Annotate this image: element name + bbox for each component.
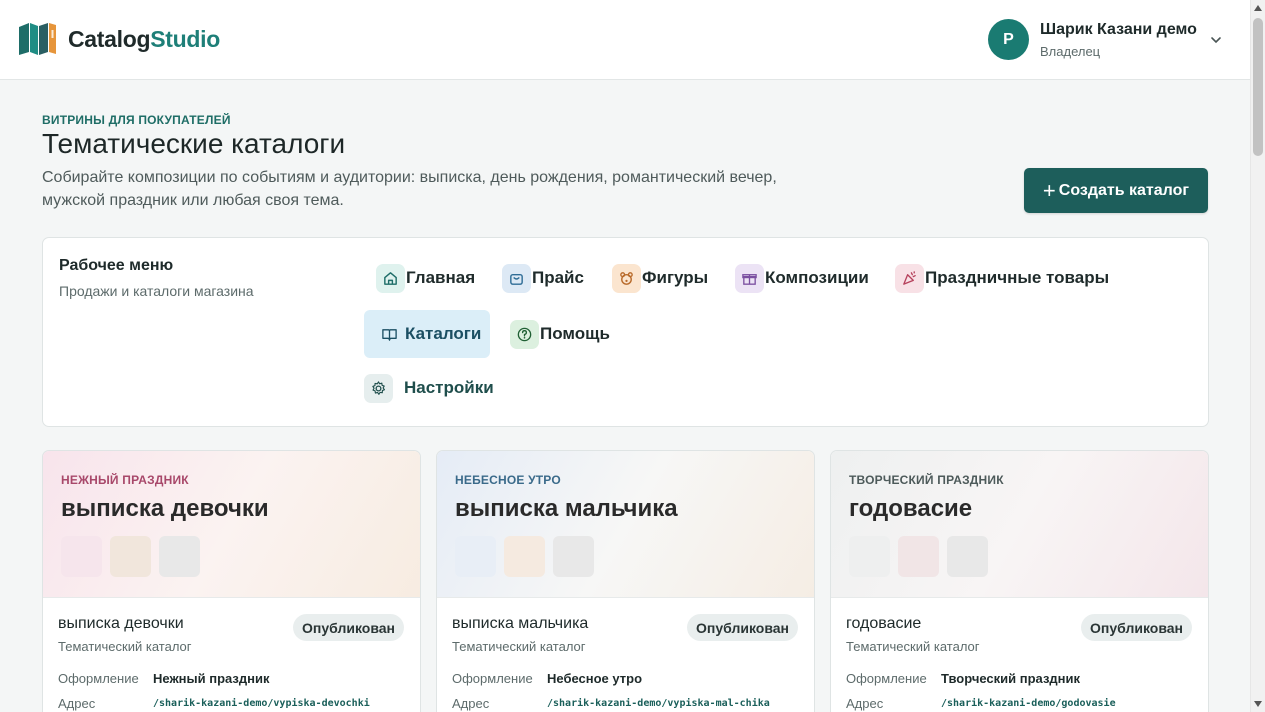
catalog-name: годовасие (846, 615, 922, 632)
page-description: Собирайте композиции по событиям и аудит… (42, 169, 777, 209)
design-label: Оформление (452, 671, 533, 686)
catalog-hero-title: выписка мальчика (455, 495, 678, 522)
nav-item-label: Настройки (404, 378, 494, 397)
gear-icon (364, 373, 393, 403)
party-popper-icon (895, 263, 924, 293)
catalog-card[interactable]: НЕБЕСНОЕ УТРО выписка мальчика выписка м… (436, 450, 815, 712)
catalog-type: Тематический каталог (58, 639, 192, 654)
nav-item-label: Композиции (765, 268, 869, 287)
scroll-up-arrow-icon[interactable] (1254, 5, 1262, 11)
nav-item-price[interactable]: Прайс (491, 254, 584, 302)
catalog-theme: НЕЖНЫЙ ПРАЗДНИК (61, 473, 189, 487)
nav-item-help[interactable]: Помощь (499, 310, 610, 358)
nav-item-label: Главная (406, 268, 476, 287)
catalog-card-hero: ТВОРЧЕСКИЙ ПРАЗДНИК годовасие (831, 451, 1208, 598)
scroll-down-arrow-icon[interactable] (1254, 701, 1262, 707)
user-menu[interactable]: Р Шарик Казани демо Владелец (988, 19, 1223, 60)
color-swatch (504, 536, 545, 577)
section-eyebrow: ВИТРИНЫ ДЛЯ ПОКУПАТЕЛЕЙ (42, 113, 231, 127)
nav-item-home[interactable]: Главная (365, 254, 475, 302)
status-badge: Опубликован (1081, 614, 1192, 641)
bear-icon (612, 263, 641, 293)
catalog-hero-title: выписка девочки (61, 495, 269, 522)
catalog-card[interactable]: ТВОРЧЕСКИЙ ПРАЗДНИК годовасие годовасие … (830, 450, 1209, 712)
nav-item-settings[interactable]: Настройки (353, 364, 494, 412)
book-icon (375, 320, 404, 349)
color-swatch (159, 536, 200, 577)
catalog-name: выписка девочки (58, 615, 184, 632)
catalog-theme: ТВОРЧЕСКИЙ ПРАЗДНИК (849, 473, 1004, 487)
address-value[interactable]: /sharik-kazani-demo/vypiska-devochki (153, 698, 370, 709)
menu-title: Рабочее меню (59, 257, 174, 274)
page-title: Тематические каталоги (42, 128, 346, 159)
work-menu-card: Рабочее меню Продажи и каталоги магазина… (42, 237, 1209, 427)
color-swatch (898, 536, 939, 577)
help-circle-icon (510, 319, 539, 349)
create-catalog-button[interactable]: + Создать каталог (1024, 168, 1208, 213)
address-label: Адрес (452, 696, 490, 711)
design-value: Творческий праздник (941, 671, 1081, 686)
nav-item-label: Каталоги (405, 324, 482, 343)
home-icon (376, 263, 405, 293)
color-swatches (61, 536, 208, 577)
status-badge: Опубликован (687, 614, 798, 641)
nav-item-label: Прайс (532, 268, 584, 287)
catalog-name: выписка мальчика (452, 615, 589, 632)
nav-item-figures[interactable]: Фигуры (601, 254, 708, 302)
scrollbar[interactable] (1250, 0, 1265, 712)
nav-item-label: Праздничные товары (925, 268, 1110, 287)
nav-item-holiday-goods[interactable]: Праздничные товары (884, 254, 1109, 302)
catalog-card-hero: НЕБЕСНОЕ УТРО выписка мальчика (437, 451, 814, 598)
color-swatch (947, 536, 988, 577)
color-swatch (849, 536, 890, 577)
nav-item-label: Помощь (540, 324, 610, 343)
avatar: Р (988, 19, 1029, 60)
color-swatch (110, 536, 151, 577)
catalog-logo-icon (19, 23, 56, 55)
gift-icon (735, 263, 764, 293)
address-label: Адрес (58, 696, 96, 711)
logo-text: CatalogStudio (68, 25, 220, 52)
color-swatch (455, 536, 496, 577)
design-label: Оформление (846, 671, 927, 686)
shopping-bag-icon (502, 263, 531, 293)
catalog-type: Тематический каталог (452, 639, 586, 654)
create-catalog-label: Создать каталог (1058, 181, 1190, 199)
scroll-thumb[interactable] (1253, 18, 1263, 156)
color-swatches (455, 536, 602, 577)
catalog-hero-title: годовасие (849, 495, 973, 522)
color-swatch (553, 536, 594, 577)
user-name: Шарик Казани демо (1040, 20, 1197, 38)
catalog-card[interactable]: НЕЖНЫЙ ПРАЗДНИК выписка девочки выписка … (42, 450, 421, 712)
nav-item-catalogs[interactable]: Каталоги (364, 310, 490, 358)
design-value: Небесное утро (547, 671, 643, 686)
design-value: Нежный праздник (153, 671, 270, 686)
plus-icon: + (1042, 177, 1056, 203)
address-label: Адрес (846, 696, 884, 711)
nav-item-label: Фигуры (642, 268, 709, 287)
design-label: Оформление (58, 671, 139, 686)
top-bar: CatalogStudio Р Шарик Казани демо Владел… (0, 0, 1250, 80)
nav-item-compositions[interactable]: Композиции (724, 254, 869, 302)
chevron-down-icon[interactable] (1209, 33, 1223, 47)
catalog-card-hero: НЕЖНЫЙ ПРАЗДНИК выписка девочки (43, 451, 420, 598)
color-swatches (849, 536, 996, 577)
address-value[interactable]: /sharik-kazani-demo/godovasie (941, 698, 1116, 709)
catalog-type: Тематический каталог (846, 639, 980, 654)
catalog-theme: НЕБЕСНОЕ УТРО (455, 473, 561, 487)
logo[interactable]: CatalogStudio (18, 22, 220, 56)
menu-subtitle: Продажи и каталоги магазина (59, 283, 254, 299)
status-badge: Опубликован (293, 614, 404, 641)
user-role: Владелец (1040, 43, 1101, 59)
color-swatch (61, 536, 102, 577)
address-value[interactable]: /sharik-kazani-demo/vypiska-mal-chika (547, 698, 770, 709)
